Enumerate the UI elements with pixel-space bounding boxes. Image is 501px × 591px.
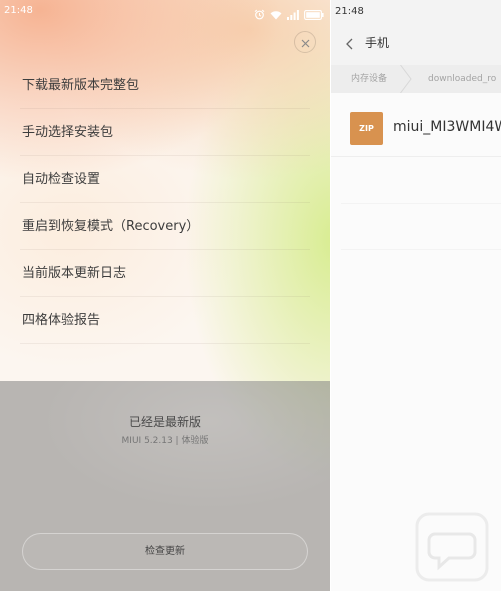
signal-icon <box>287 5 299 24</box>
status-bar: 21:48 <box>0 0 330 22</box>
zip-file-icon: ZIP <box>350 112 383 145</box>
status-time: 21:48 <box>4 5 33 16</box>
list-divider <box>341 249 501 250</box>
breadcrumb-item-storage[interactable]: 内存设备 <box>351 65 387 93</box>
current-version: MIUI 5.2.13 | 体验版 <box>121 436 209 446</box>
menu-item-download-full-package[interactable]: 下载最新版本完整包 <box>20 62 310 109</box>
file-manager-screen: 21:48 手机 内存设备 downloaded_ro ZIP miui_MI3… <box>331 0 501 591</box>
breadcrumb: 内存设备 downloaded_ro <box>331 64 501 94</box>
list-divider <box>341 203 501 204</box>
check-update-button[interactable]: 检查更新 <box>22 533 308 570</box>
menu-item-changelog[interactable]: 当前版本更新日志 <box>20 250 310 297</box>
watermark-logo <box>413 508 495 591</box>
back-icon[interactable] <box>343 36 357 50</box>
menu-item-auto-check-settings[interactable]: 自动检查设置 <box>20 156 310 203</box>
status-bar: 21:48 <box>331 0 501 26</box>
updater-screen: 21:48 下载最新版本完整包 手动选择安装包 自动检查设置 重启到恢复模式（R… <box>0 0 330 591</box>
header: 手机 <box>331 26 501 65</box>
breadcrumb-item-folder[interactable]: downloaded_ro <box>428 65 496 93</box>
menu-item-experience-report[interactable]: 四格体验报告 <box>20 297 310 344</box>
status-time: 21:48 <box>335 6 364 17</box>
list-item[interactable]: ZIP miui_MI3WMI4W <box>331 98 501 157</box>
status-icons <box>254 5 324 24</box>
menu-item-reboot-recovery[interactable]: 重启到恢复模式（Recovery） <box>20 203 310 250</box>
page-title: 手机 <box>365 36 390 50</box>
chevron-right-icon <box>400 64 412 97</box>
update-status-title: 已经是最新版 <box>128 415 201 429</box>
updater-menu: 下载最新版本完整包 手动选择安装包 自动检查设置 重启到恢复模式（Recover… <box>20 62 310 344</box>
menu-item-choose-package[interactable]: 手动选择安装包 <box>20 109 310 156</box>
file-name: miui_MI3WMI4W <box>393 119 501 135</box>
close-icon <box>301 33 310 52</box>
battery-icon <box>304 5 324 24</box>
wifi-icon <box>270 5 282 24</box>
alarm-icon <box>254 5 265 24</box>
close-button[interactable] <box>294 31 316 53</box>
